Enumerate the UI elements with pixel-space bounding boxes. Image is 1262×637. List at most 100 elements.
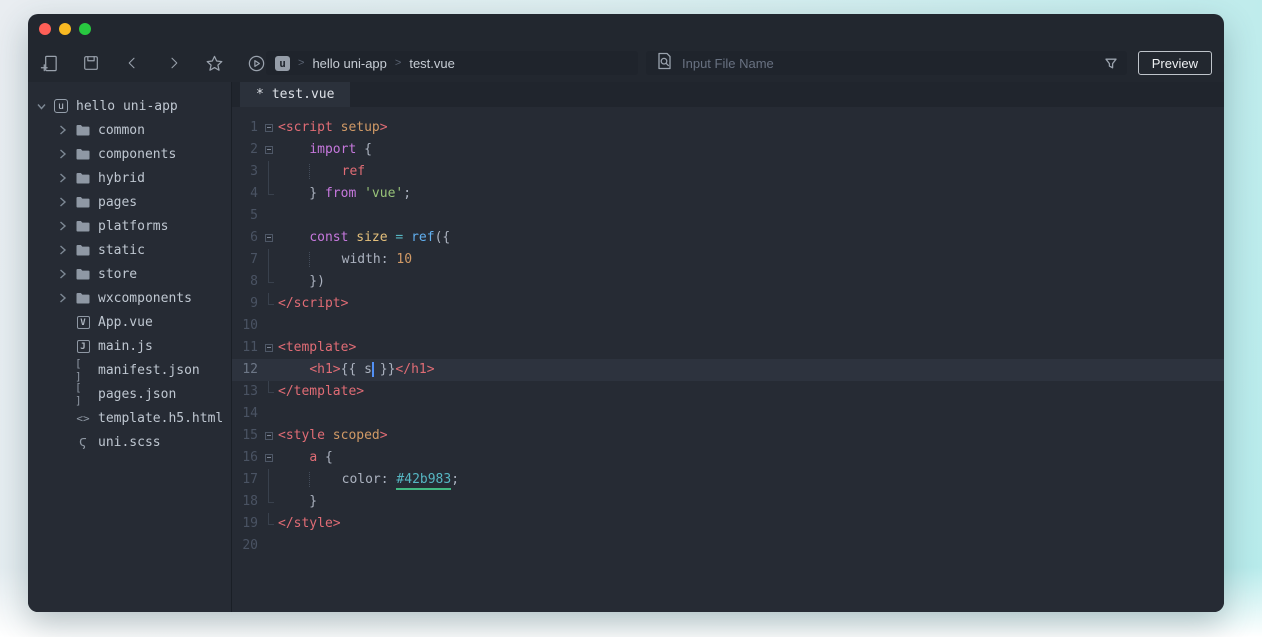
chevron-right-icon	[58, 149, 68, 159]
toolbar-icons	[40, 53, 266, 73]
tree-item-manifest-json[interactable]: [ ]manifest.json	[28, 358, 231, 382]
code-line-12[interactable]: 12 <h1>{{ s }}</h1>	[232, 359, 1224, 381]
tree-item-label: wxcomponents	[98, 291, 192, 306]
json-file-icon: [ ]	[75, 357, 91, 383]
code-token	[403, 230, 411, 245]
line-number: 8	[232, 271, 258, 293]
code-line-3[interactable]: 3 ref	[232, 161, 1224, 183]
code-line-13[interactable]: 13</template>	[232, 381, 1224, 403]
folder-icon	[75, 292, 91, 304]
file-search-input[interactable]: Input File Name	[646, 51, 1127, 75]
code-line-14[interactable]: 14	[232, 403, 1224, 425]
tree-item-wxcomponents[interactable]: wxcomponents	[28, 286, 231, 310]
code-token: }}	[372, 362, 395, 377]
tree-item-uni-scss[interactable]: ϛ uni.scss	[28, 430, 231, 454]
gutter-marker	[262, 359, 278, 381]
minimize-button[interactable]	[59, 23, 71, 35]
gutter-marker	[262, 293, 278, 315]
code-token: </style>	[278, 516, 341, 531]
chevron-right-icon	[58, 197, 68, 207]
run-button[interactable]	[247, 53, 266, 73]
line-number: 17	[232, 469, 258, 491]
code-token: ref	[342, 164, 365, 179]
code-line-1[interactable]: 1<script setup>	[232, 117, 1224, 139]
scss-file-icon: ϛ	[75, 435, 91, 449]
code-token: const	[309, 230, 348, 245]
tree-item-store[interactable]: store	[28, 262, 231, 286]
filter-icon[interactable]	[1105, 58, 1117, 69]
fold-toggle-icon[interactable]	[262, 337, 278, 359]
code-line-11[interactable]: 11<template>	[232, 337, 1224, 359]
fold-toggle-icon[interactable]	[262, 117, 278, 139]
tree-item-label: components	[98, 147, 176, 162]
fold-toggle-icon[interactable]	[262, 425, 278, 447]
code-line-9[interactable]: 9</script>	[232, 293, 1224, 315]
chevron-right-icon	[58, 269, 68, 279]
tree-item-pages-json[interactable]: [ ]pages.json	[28, 382, 231, 406]
line-number: 18	[232, 491, 258, 513]
fold-toggle-icon[interactable]	[262, 447, 278, 469]
tree-item-label: uni.scss	[98, 435, 161, 450]
gutter-marker	[262, 381, 278, 403]
vue-file-icon: V	[75, 316, 91, 329]
tree-item-label: main.js	[98, 339, 153, 354]
forward-button[interactable]	[164, 53, 183, 73]
preview-button[interactable]: Preview	[1138, 51, 1212, 75]
save-button[interactable]	[81, 53, 100, 73]
tree-item-hybrid[interactable]: hybrid	[28, 166, 231, 190]
tree-item-label: pages	[98, 195, 137, 210]
tree-item-common[interactable]: common	[28, 118, 231, 142]
line-number: 19	[232, 513, 258, 535]
main-content: u hello uni-app common components hybrid pa…	[28, 82, 1224, 612]
tree-item-app-vue[interactable]: VApp.vue	[28, 310, 231, 334]
file-tree: common components hybrid pages platforms stat…	[28, 118, 231, 454]
code-token	[278, 164, 309, 179]
code-line-20[interactable]: 20	[232, 535, 1224, 557]
tree-item-template-h5-html[interactable]: <>template.h5.html	[28, 406, 231, 430]
gutter-marker	[262, 469, 278, 491]
code-line-15[interactable]: 15<style scoped>	[232, 425, 1224, 447]
fold-toggle-icon[interactable]	[262, 227, 278, 249]
line-number: 13	[232, 381, 258, 403]
zoom-button[interactable]	[79, 23, 91, 35]
code-line-6[interactable]: 6 const size = ref({	[232, 227, 1224, 249]
tree-item-static[interactable]: static	[28, 238, 231, 262]
tree-item-root[interactable]: u hello uni-app	[28, 94, 231, 118]
tab-bar: * test.vue	[232, 82, 1224, 107]
breadcrumb-segment-file[interactable]: test.vue	[409, 56, 455, 71]
code-token: a	[309, 450, 317, 465]
favorite-button[interactable]	[205, 53, 224, 73]
code-line-8[interactable]: 8 })	[232, 271, 1224, 293]
code-token: size	[356, 230, 387, 245]
code-line-17[interactable]: 17 color: #42b983;	[232, 469, 1224, 491]
code-line-10[interactable]: 10	[232, 315, 1224, 337]
tree-item-main-js[interactable]: Jmain.js	[28, 334, 231, 358]
line-number: 7	[232, 249, 258, 271]
close-button[interactable]	[39, 23, 51, 35]
code-line-5[interactable]: 5	[232, 205, 1224, 227]
code-token: 'vue'	[364, 186, 403, 201]
tree-item-components[interactable]: components	[28, 142, 231, 166]
tree-item-label: platforms	[98, 219, 168, 234]
tree-item-platforms[interactable]: platforms	[28, 214, 231, 238]
breadcrumb-segment-project[interactable]: hello uni-app	[312, 56, 386, 71]
fold-toggle-icon[interactable]	[262, 139, 278, 161]
new-file-button[interactable]	[40, 53, 59, 73]
folder-icon	[75, 148, 91, 160]
code-line-7[interactable]: 7 width: 10	[232, 249, 1224, 271]
code-token: :	[381, 252, 397, 267]
code-line-19[interactable]: 19 </style>	[232, 513, 1224, 535]
code-token: from	[325, 186, 356, 201]
tree-item-pages[interactable]: pages	[28, 190, 231, 214]
folder-icon	[75, 124, 91, 136]
code-line-4[interactable]: 4 } from 'vue';	[232, 183, 1224, 205]
code-area[interactable]: 1<script setup>2 import {3 ref4 } from '…	[232, 107, 1224, 612]
back-button[interactable]	[123, 53, 142, 73]
folder-icon	[75, 196, 91, 208]
tab-test-vue[interactable]: * test.vue	[240, 82, 350, 107]
code-line-16[interactable]: 16 a {	[232, 447, 1224, 469]
js-file-icon: J	[75, 340, 91, 353]
line-number: 20	[232, 535, 258, 557]
code-line-18[interactable]: 18 }	[232, 491, 1224, 513]
code-line-2[interactable]: 2 import {	[232, 139, 1224, 161]
